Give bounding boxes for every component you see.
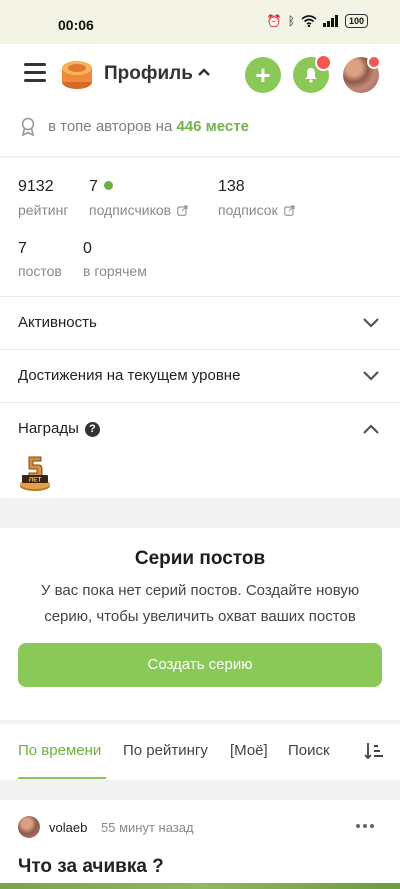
page-title[interactable]: Профиль [104,63,193,85]
awards-label: Награды? [18,420,100,437]
bell-icon [305,68,317,83]
subscribers-value: 7 [89,178,113,196]
online-dot [103,181,113,190]
chevron-down-icon [363,318,379,328]
add-post-button[interactable]: + [245,57,281,93]
wifi-icon [301,15,317,27]
status-icons: ⏰ ᛒ 100 [267,14,368,28]
external-link-icon [283,205,295,216]
menu-icon[interactable] [24,63,46,83]
post-time: 55 минут назад [101,820,194,835]
rank-text: в топе авторов на 446 месте [48,118,249,135]
posts-label: постов [18,263,62,279]
more-options-icon[interactable] [356,824,374,828]
help-icon[interactable]: ? [84,422,100,437]
subscriptions-link[interactable]: подписок [218,202,295,218]
award-ribbon-icon [21,117,35,137]
signal-icon [322,15,338,27]
sort-icon[interactable] [364,741,384,761]
app-bar: Профиль + [0,44,400,104]
chevron-up-icon[interactable] [196,64,212,80]
rating-value: 9132 [18,178,54,195]
active-tab-indicator [18,777,106,779]
tab-by-rating[interactable]: По рейтингу [123,742,208,759]
create-series-button[interactable]: Создать серию [18,643,382,687]
tab-search[interactable]: Поиск [288,742,330,759]
alarm-icon: ⏰ [266,14,282,28]
awards-section: Награды? ЛЕТ [0,402,400,498]
rank-place: 446 месте [176,118,249,135]
chevron-up-icon [363,424,379,434]
activity-label: Активность [18,314,97,331]
subscriptions-value: 138 [218,178,245,195]
series-description: У вас пока нет серий постов. Создайте но… [40,582,360,625]
svg-text:ЛЕТ: ЛЕТ [29,477,42,484]
activity-section[interactable]: Активность [0,296,400,349]
status-time: 00:06 [58,17,94,33]
tab-by-time[interactable]: По времени [18,742,101,759]
battery-icon: 100 [344,14,368,28]
post-image-preview [0,883,400,889]
chevron-down-icon [363,371,379,381]
post-title[interactable]: Что за ачивка ? [18,856,164,878]
post-card: volaeb 55 минут назад Что за ачивка ? [0,800,400,889]
post-series-panel: Серии постов У вас пока нет серий постов… [0,528,400,720]
bluetooth-icon: ᛒ [287,14,295,28]
achievements-section[interactable]: Достижения на текущем уровне [0,349,400,402]
hot-label: в горячем [83,263,147,279]
achievements-label: Достижения на текущем уровне [18,367,241,384]
status-bar: 00:06 ⏰ ᛒ 100 [0,0,400,44]
notifications-button[interactable] [293,54,332,93]
user-avatar[interactable] [343,55,381,93]
app-logo [62,61,92,89]
awards-header[interactable]: Награды? [0,402,400,455]
tab-mine[interactable]: [Моё] [230,742,268,759]
subscribers-link[interactable]: подписчиков [89,202,188,218]
external-link-icon [177,205,188,216]
notification-badge [315,54,332,71]
posts-tabs: По времени По рейтингу [Моё] Поиск [0,724,400,780]
hot-value: 0 [83,240,92,257]
author-avatar[interactable] [18,816,40,838]
series-title: Серии постов [134,548,266,569]
post-author[interactable]: volaeb [49,820,87,835]
author-rank-panel: в топе авторов на 446 месте [0,104,400,156]
profile-stats: 9132 рейтинг 7 подписчиков 138 подписок … [0,158,400,296]
posts-value: 7 [18,240,27,257]
avatar-badge [367,55,381,69]
rating-label: рейтинг [18,202,69,218]
award-5-years-badge[interactable]: ЛЕТ [18,454,52,492]
